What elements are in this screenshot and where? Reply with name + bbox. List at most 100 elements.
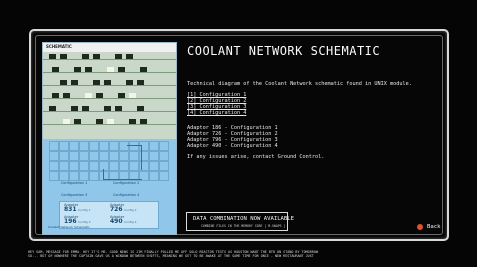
schematic-grid-cell bbox=[109, 141, 119, 151]
back-button-icon bbox=[417, 224, 423, 230]
schematic-header-strip: SCHEMATIC bbox=[43, 43, 176, 52]
schematic-grid-cell bbox=[79, 151, 89, 161]
schematic-grid-cell bbox=[59, 161, 69, 171]
coolant-schematic-image[interactable]: SCHEMATIC Configuration 1 Configuration … bbox=[42, 42, 177, 235]
schematic-grid-cell bbox=[159, 171, 169, 181]
schematic-adapter-value: 726 bbox=[110, 206, 123, 213]
schematic-trace bbox=[43, 85, 176, 86]
schematic-grid-cell bbox=[69, 141, 79, 151]
schematic-config-label: Configuration 1 bbox=[61, 181, 88, 185]
schematic-component bbox=[118, 67, 125, 72]
schematic-grid-cell bbox=[69, 161, 79, 171]
schematic-component bbox=[137, 80, 144, 85]
schematic-grid-cell bbox=[69, 151, 79, 161]
schematic-grid-cell bbox=[99, 141, 109, 151]
schematic-component bbox=[49, 106, 56, 111]
schematic-grid-cell bbox=[89, 171, 99, 181]
schematic-component bbox=[104, 80, 111, 85]
schematic-trace bbox=[43, 59, 176, 60]
schematic-component bbox=[107, 119, 114, 124]
schematic-config-label: Configuration 2 bbox=[113, 181, 140, 185]
schematic-grid-cell bbox=[59, 151, 69, 161]
schematic-component bbox=[96, 93, 103, 98]
page-title: COOLANT NETWORK SCHEMATIC bbox=[187, 44, 381, 58]
schematic-grid-cell bbox=[79, 171, 89, 181]
schematic-adapter-value: 196 bbox=[64, 218, 77, 225]
schematic-grid-cell bbox=[89, 151, 99, 161]
schematic-grid-cell bbox=[149, 171, 159, 181]
schematic-grid-cell bbox=[79, 141, 89, 151]
schematic-component bbox=[82, 106, 89, 111]
schematic-component bbox=[74, 119, 81, 124]
schematic-component bbox=[93, 80, 100, 85]
schematic-config-label: Configuration 3 bbox=[61, 193, 88, 197]
schematic-adapter-sub: Config 2 bbox=[124, 208, 137, 212]
schematic-component bbox=[126, 80, 133, 85]
schematic-component bbox=[71, 80, 78, 85]
schematic-grid-cell bbox=[49, 161, 59, 171]
schematic-component bbox=[49, 54, 56, 59]
schematic-adapter-sub: Config 3 bbox=[78, 220, 91, 224]
ticker-line: SO... BUT OF NOWHERE THE CAPTAIN GAVE US… bbox=[28, 254, 314, 259]
schematic-component bbox=[104, 106, 111, 111]
schematic-config-label: Configuration 4 bbox=[113, 193, 140, 197]
data-combination-title: DATA COMBINATION NOW AVAILABLE bbox=[193, 216, 295, 222]
schematic-component bbox=[140, 67, 147, 72]
game-screen: SCHEMATIC Configuration 1 Configuration … bbox=[0, 0, 477, 267]
schematic-description: Technical diagram of the Coolant Network… bbox=[187, 81, 412, 87]
data-combination-button[interactable]: DATA COMBINATION NOW AVAILABLE COMBINE F… bbox=[186, 212, 294, 231]
schematic-grid-cell bbox=[149, 161, 159, 171]
schematic-component bbox=[85, 93, 92, 98]
schematic-component bbox=[82, 54, 89, 59]
schematic-adapter-value: 831 bbox=[64, 206, 77, 213]
schematic-component bbox=[115, 106, 122, 111]
schematic-grid-cell bbox=[49, 171, 59, 181]
schematic-adapter-value: 490 bbox=[110, 218, 123, 225]
schematic-component bbox=[129, 119, 136, 124]
schematic-component bbox=[129, 93, 136, 98]
schematic-grid-cell bbox=[89, 161, 99, 171]
schematic-component bbox=[126, 54, 133, 59]
schematic-footnote: Coolant Network Schematic bbox=[48, 225, 90, 229]
schematic-trace bbox=[43, 111, 176, 112]
schematic-component bbox=[96, 119, 103, 124]
schematic-component bbox=[71, 106, 78, 111]
schematic-component bbox=[63, 93, 70, 98]
schematic-grid-cell bbox=[79, 161, 89, 171]
schematic-trace bbox=[43, 124, 176, 125]
schematic-grid-cell bbox=[59, 171, 69, 181]
schematic-grid-cell bbox=[59, 141, 69, 151]
schematic-component bbox=[60, 54, 67, 59]
schematic-trace bbox=[43, 98, 176, 99]
data-combination-subtitle: COMBINE FILES IN THE MEMORY CORE [ M-SWA… bbox=[201, 224, 286, 228]
adapter-line-4: Adaptor 490 - Configuration 4 bbox=[187, 143, 278, 149]
configuration-link-4[interactable]: [4] Configuration 4 bbox=[187, 110, 246, 116]
schematic-grid-cell bbox=[49, 151, 59, 161]
back-button-label: Back bbox=[427, 224, 441, 230]
schematic-component bbox=[63, 119, 70, 124]
schematic-grid-cell bbox=[89, 141, 99, 151]
schematic-grid-cell bbox=[99, 151, 109, 161]
schematic-component bbox=[85, 67, 92, 72]
schematic-grid-cell bbox=[49, 141, 59, 151]
schematic-component bbox=[137, 106, 144, 111]
schematic-component bbox=[107, 67, 114, 72]
contact-note: If any issues arise, contact Ground Cont… bbox=[187, 154, 325, 160]
schematic-grid-cell bbox=[69, 171, 79, 181]
schematic-component bbox=[118, 93, 125, 98]
schematic-coolant-path bbox=[127, 145, 142, 170]
schematic-component bbox=[60, 80, 67, 85]
schematic-header-text: SCHEMATIC bbox=[46, 44, 72, 49]
schematic-grid-cell bbox=[149, 141, 159, 151]
schematic-component bbox=[52, 67, 59, 72]
schematic-circuit-section: SCHEMATIC bbox=[43, 43, 176, 139]
message-ticker: HEY SAM, MESSAGE FOR EMMA. HEY IT'S ME. … bbox=[28, 250, 458, 258]
back-button[interactable]: Back bbox=[417, 222, 447, 232]
schematic-grid-cell bbox=[149, 151, 159, 161]
schematic-component bbox=[74, 67, 81, 72]
schematic-component bbox=[140, 119, 147, 124]
schematic-component bbox=[115, 54, 122, 59]
schematic-grid-cell bbox=[159, 161, 169, 171]
schematic-coolant-path bbox=[103, 169, 142, 180]
schematic-adapter-sub: Config 4 bbox=[124, 220, 137, 224]
